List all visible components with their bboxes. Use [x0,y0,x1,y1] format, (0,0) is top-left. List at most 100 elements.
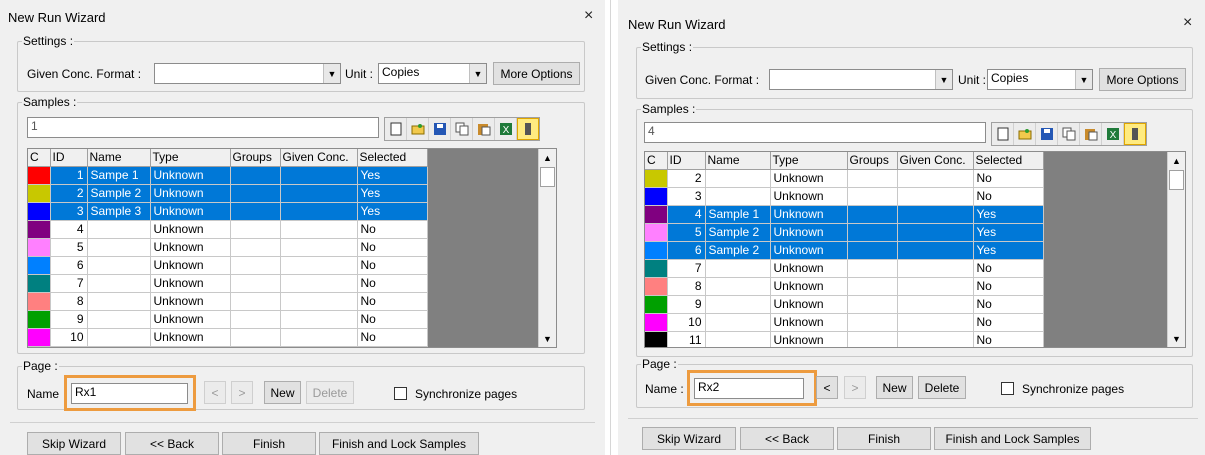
column-header[interactable]: C [28,149,51,167]
groups-cell[interactable] [847,277,898,296]
type-cell[interactable]: Unknown [770,187,848,206]
delete-page-button[interactable]: Delete [918,376,966,399]
page-name-input[interactable]: Rx1 [71,383,188,404]
groups-cell[interactable] [847,259,898,278]
column-header[interactable]: Groups [847,152,898,170]
groups-cell[interactable] [230,166,281,185]
color-swatch[interactable] [28,202,51,221]
table-row[interactable]: 6 Unknown No [28,256,428,275]
type-cell[interactable]: Unknown [150,274,231,293]
new-page-button[interactable]: New [264,381,301,404]
id-cell[interactable]: 2 [667,169,706,188]
type-cell[interactable]: Unknown [150,328,231,347]
paste-icon[interactable] [473,118,495,140]
table-row[interactable]: 10 Unknown No [645,313,1044,332]
color-swatch[interactable] [28,184,51,203]
groups-cell[interactable] [230,220,281,239]
groups-cell[interactable] [847,223,898,242]
selected-cell[interactable]: Yes [357,166,428,185]
unit-select[interactable]: Copies ▼ [987,69,1093,90]
groups-cell[interactable] [847,331,898,347]
next-page-button[interactable]: > [231,381,253,404]
excel-icon[interactable]: X [1102,123,1124,145]
finish-button[interactable]: Finish [837,427,931,450]
given-conc-cell[interactable] [280,274,358,293]
name-cell[interactable] [87,238,151,257]
table-row[interactable]: 2 Unknown No [645,169,1044,188]
given-conc-cell[interactable] [280,166,358,185]
unit-select[interactable]: Copies ▼ [378,63,487,84]
groups-cell[interactable] [230,292,281,311]
name-cell[interactable] [705,331,771,347]
groups-cell[interactable] [230,310,281,329]
selected-cell[interactable]: No [973,259,1044,278]
given-conc-cell[interactable] [897,223,974,242]
color-swatch[interactable] [645,295,668,314]
name-cell[interactable] [705,313,771,332]
skip-wizard-button[interactable]: Skip Wizard [642,427,736,450]
given-conc-cell[interactable] [897,259,974,278]
selected-cell[interactable]: No [973,295,1044,314]
id-cell[interactable]: 4 [50,220,88,239]
color-swatch[interactable] [645,241,668,260]
given-conc-cell[interactable] [897,241,974,260]
given-conc-format-select[interactable]: ▼ [154,63,341,84]
given-conc-cell[interactable] [280,328,358,347]
selected-cell[interactable]: No [973,313,1044,332]
given-conc-cell[interactable] [280,202,358,221]
type-cell[interactable]: Unknown [150,202,231,221]
groups-cell[interactable] [230,256,281,275]
selected-cell[interactable]: Yes [973,223,1044,242]
copy-icon[interactable] [451,118,473,140]
new-page-button[interactable]: New [876,376,913,399]
id-cell[interactable]: 8 [667,277,706,296]
selected-cell[interactable]: No [357,310,428,329]
color-swatch[interactable] [28,256,51,275]
table-row[interactable]: 2 Sample 2 Unknown Yes [28,184,428,203]
name-cell[interactable] [87,220,151,239]
column-header[interactable]: ID [50,149,88,167]
selected-cell[interactable]: No [973,331,1044,347]
id-cell[interactable]: 9 [50,310,88,329]
table-row[interactable]: 1 Sampe 1 Unknown Yes [28,166,428,185]
groups-cell[interactable] [847,241,898,260]
groups-cell[interactable] [847,295,898,314]
color-swatch[interactable] [645,169,668,188]
name-cell[interactable] [705,169,771,188]
color-swatch[interactable] [28,310,51,329]
name-cell[interactable] [705,277,771,296]
id-cell[interactable]: 6 [50,256,88,275]
given-conc-cell[interactable] [897,313,974,332]
table-row[interactable]: 11 Unknown No [645,331,1044,347]
color-swatch[interactable] [645,187,668,206]
type-cell[interactable]: Unknown [150,256,231,275]
selected-cell[interactable]: No [357,238,428,257]
groups-cell[interactable] [847,169,898,188]
table-row[interactable]: 7 Unknown No [645,259,1044,278]
groups-cell[interactable] [230,238,281,257]
table-row[interactable]: 10 Unknown No [28,328,428,347]
given-conc-cell[interactable] [280,184,358,203]
id-cell[interactable]: 5 [667,223,706,242]
table-row[interactable]: 9 Unknown No [28,310,428,329]
type-cell[interactable]: Unknown [770,277,848,296]
selected-cell[interactable]: Yes [973,241,1044,260]
color-swatch[interactable] [645,259,668,278]
new-document-icon[interactable] [385,118,407,140]
column-header[interactable]: Groups [230,149,281,167]
copy-icon[interactable] [1058,123,1080,145]
scroll-up-icon[interactable]: ▲ [539,149,556,166]
sample-selection-input[interactable]: 1 [27,117,379,138]
column-header[interactable]: ID [667,152,706,170]
selected-cell[interactable]: No [357,292,428,311]
color-swatch[interactable] [28,166,51,185]
name-cell[interactable]: Sample 2 [705,223,771,242]
selected-cell[interactable]: No [973,169,1044,188]
name-cell[interactable]: Sample 3 [87,202,151,221]
type-cell[interactable]: Unknown [770,331,848,347]
chevron-down-icon[interactable]: ▼ [935,70,952,89]
column-header[interactable]: Selected [357,149,428,167]
color-swatch[interactable] [28,220,51,239]
back-button[interactable]: << Back [125,432,219,455]
column-select-icon[interactable] [1124,123,1146,145]
